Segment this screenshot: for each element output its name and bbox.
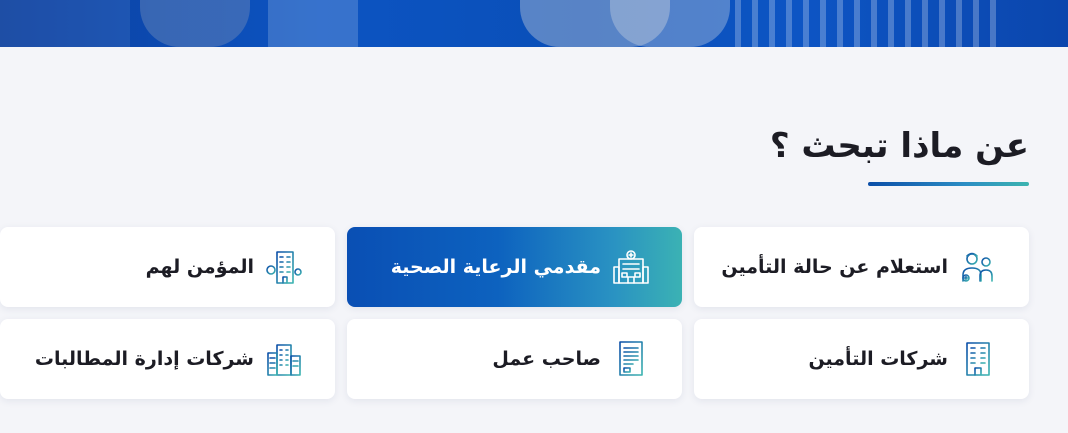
card-healthcare-providers[interactable]: مقدمي الرعاية الصحية [347,227,682,307]
title-underline [868,182,1029,186]
building-tree-icon [265,251,303,284]
document-icon [614,341,648,376]
card-label: المؤمن لهم [145,256,254,278]
card-insurance-companies[interactable]: شركات التأمين [694,319,1029,399]
card-insurance-status-inquiry[interactable]: استعلام عن حالة التأمين [694,227,1029,307]
card-insured[interactable]: المؤمن لهم [0,227,335,307]
card-label: استعلام عن حالة التأمين [721,256,948,278]
hospital-icon [613,250,649,284]
card-label: صاحب عمل [492,348,601,370]
hero-banner [0,0,1068,47]
card-label: شركات التأمين [808,348,948,370]
card-label: شركات إدارة المطالبات [34,348,254,370]
card-claims-management-companies[interactable]: شركات إدارة المطالبات [0,319,335,399]
office-building-icon [962,342,994,376]
city-buildings-icon [265,340,303,376]
card-label: مقدمي الرعاية الصحية [390,256,601,278]
doctor-patient-icon [962,252,993,282]
section-title: عن ماذا تبحث ؟ [769,126,1029,166]
card-employer[interactable]: صاحب عمل [347,319,682,399]
